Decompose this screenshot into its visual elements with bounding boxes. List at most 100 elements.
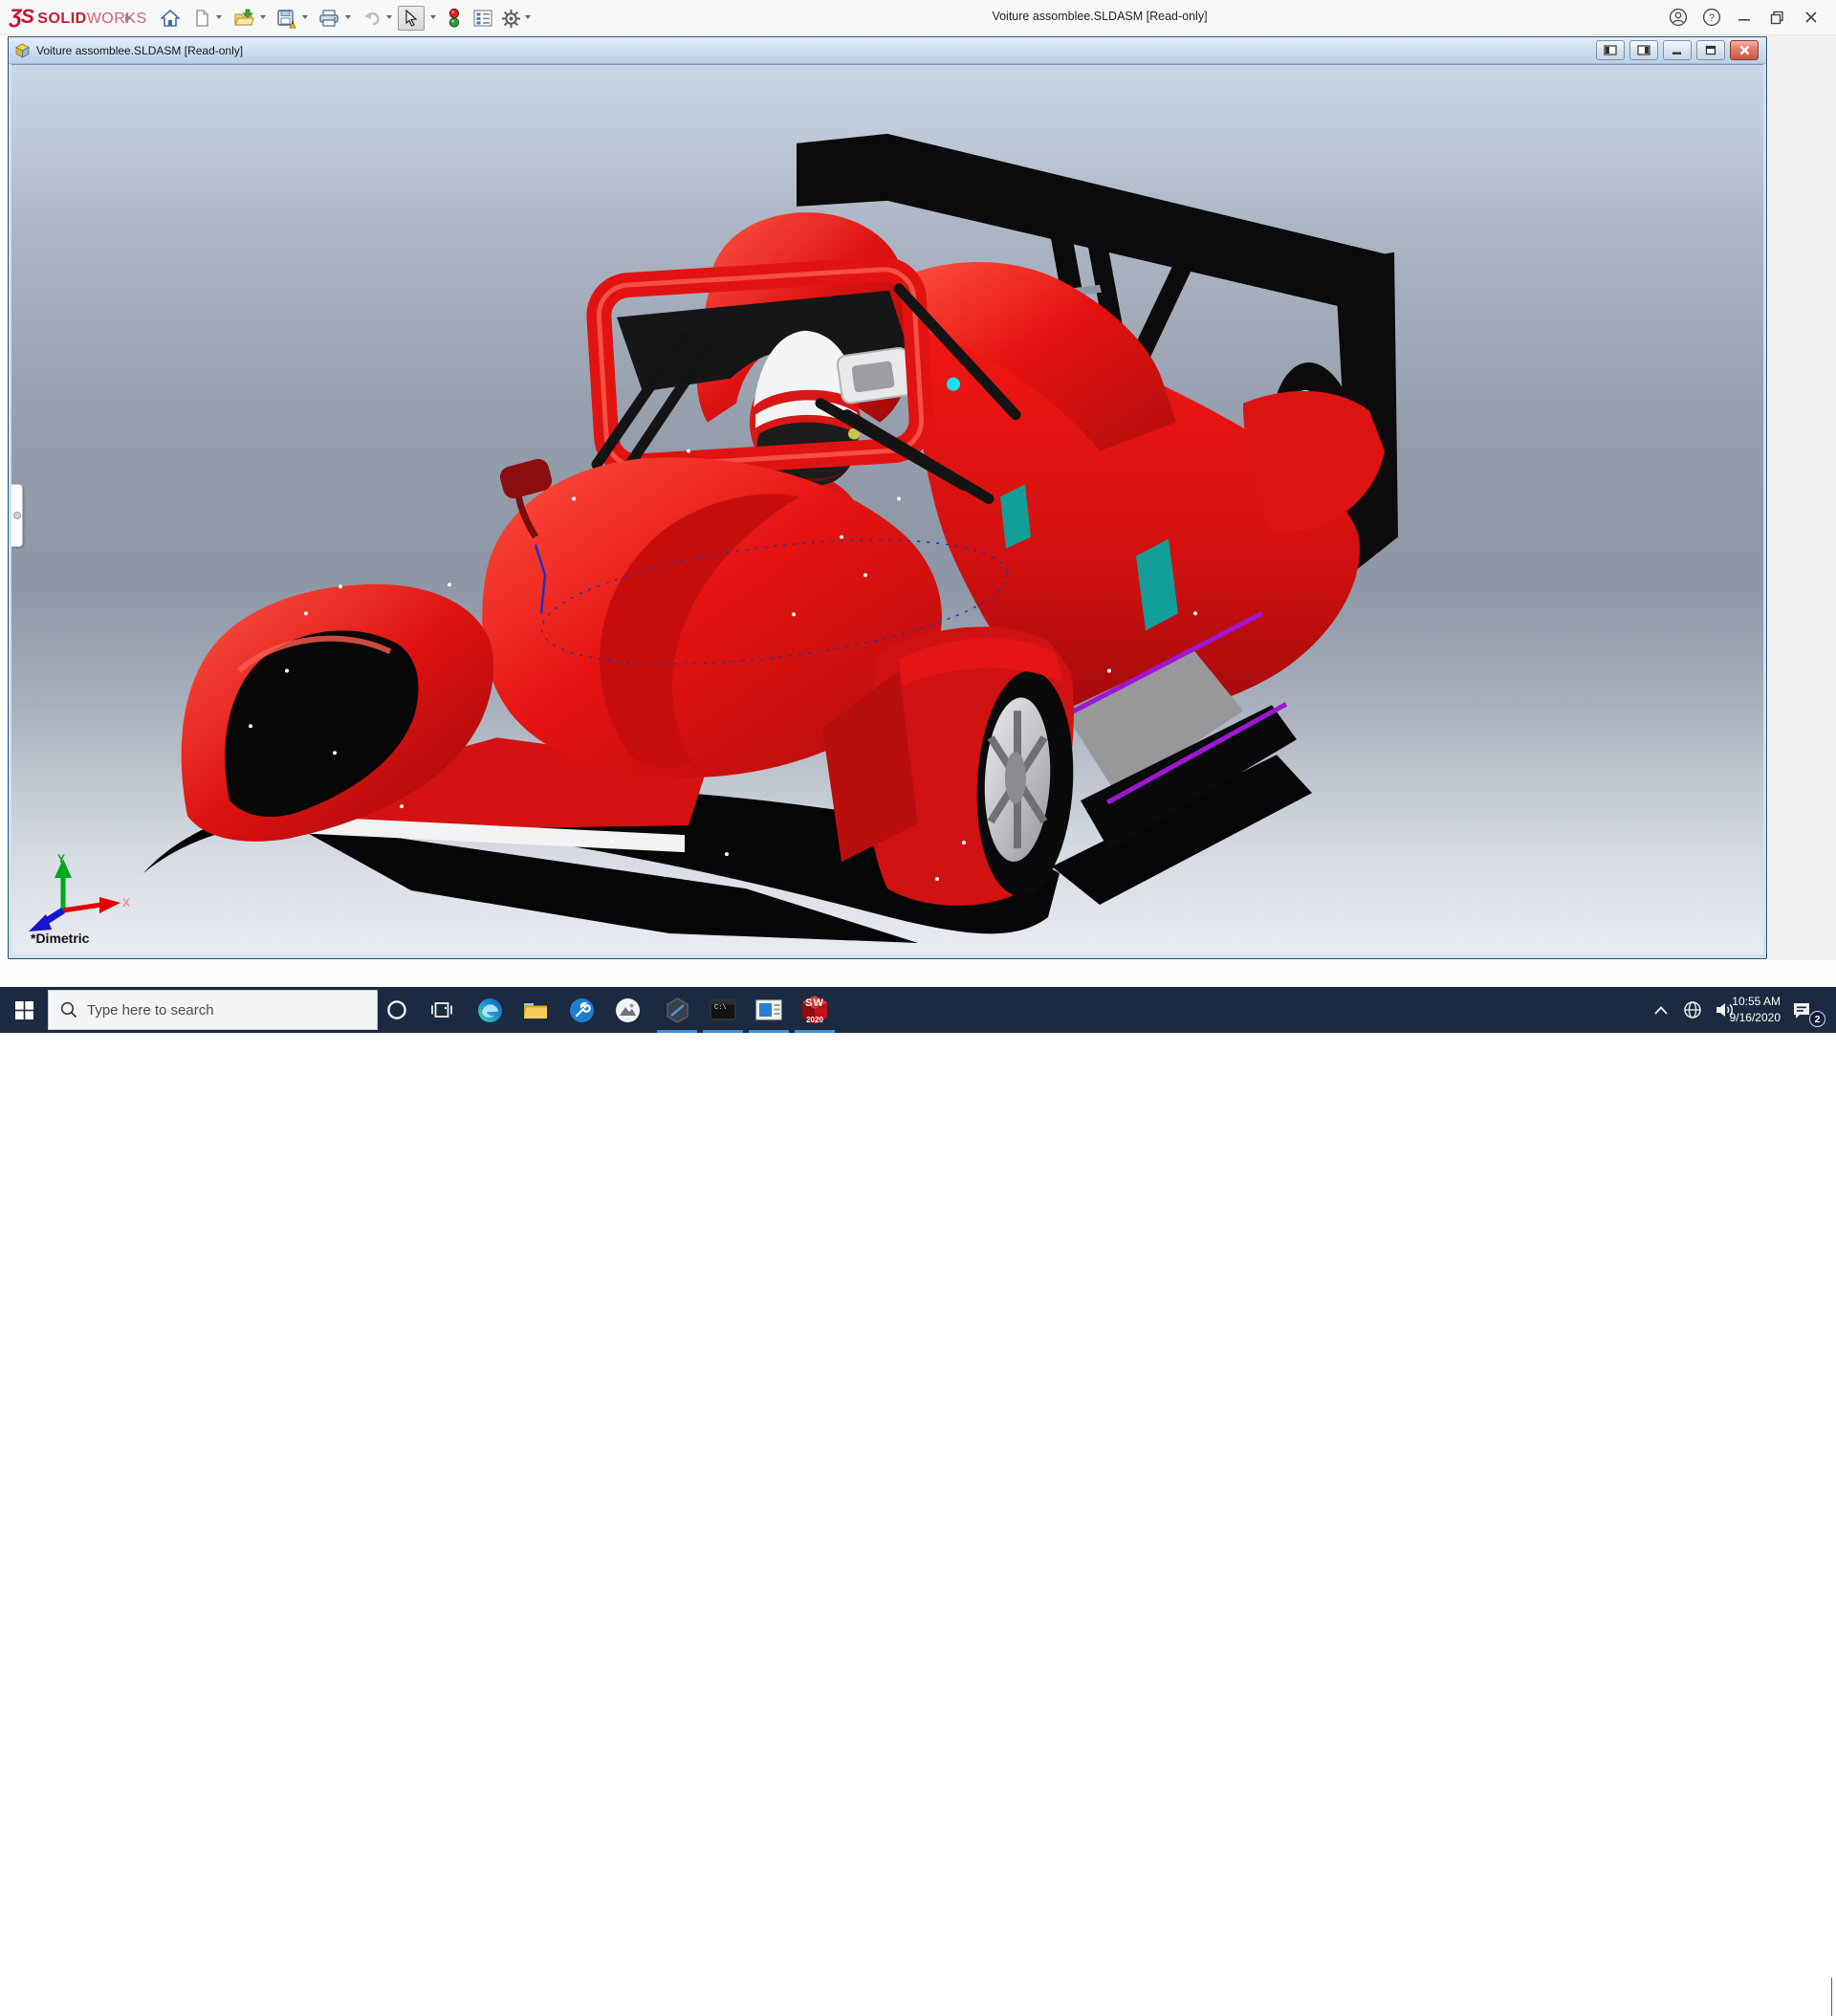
toolbar-expand-arrow-icon[interactable] — [125, 13, 131, 23]
save-dropdown-icon[interactable] — [302, 15, 308, 19]
doc-restore-button[interactable] — [1696, 40, 1725, 60]
open-folder-icon — [234, 9, 254, 26]
help-button[interactable]: ? — [1698, 5, 1725, 30]
windows-taskbar: C:\ SW 2020 — [0, 987, 1836, 2016]
new-document-button[interactable] — [189, 6, 214, 31]
gear-icon — [501, 9, 520, 28]
admin-tools-button[interactable] — [559, 987, 603, 1033]
left-pane-icon — [1604, 45, 1617, 55]
solidworks-icon-letters: SW — [805, 997, 824, 1009]
orientation-triad: Y X — [29, 852, 130, 931]
doc-minimize-icon — [1672, 52, 1681, 55]
solidworks-taskbar-button[interactable]: SW 2020 — [793, 987, 837, 1033]
open-button[interactable] — [231, 6, 256, 31]
document-window: Voiture assomblee.SLDASM [Read-only] Y X… — [8, 36, 1767, 959]
restore-button[interactable] — [1763, 5, 1790, 30]
print-icon — [319, 10, 339, 27]
chevron-up-icon — [1654, 1005, 1668, 1015]
app-background-right — [1768, 35, 1836, 987]
notification-badge: 2 — [1809, 1011, 1825, 1027]
close-app-button[interactable] — [1798, 5, 1825, 30]
app-background-bottom — [0, 960, 1836, 987]
doc-minimize-button[interactable] — [1663, 40, 1692, 60]
new-document-icon — [196, 10, 208, 27]
file-explorer-button[interactable] — [514, 987, 557, 1033]
doc-restore-icon — [1705, 45, 1716, 55]
search-input[interactable] — [87, 1001, 326, 1019]
close-icon — [1805, 11, 1817, 23]
select-dropdown-icon[interactable] — [430, 15, 436, 19]
start-button[interactable] — [0, 987, 48, 1033]
wrench-icon — [569, 997, 594, 1022]
home-icon — [161, 9, 180, 27]
tray-overflow-button[interactable] — [1647, 987, 1675, 1033]
command-prompt-button[interactable]: C:\ — [701, 987, 745, 1033]
user-account-icon — [1669, 8, 1688, 27]
display-app-button[interactable] — [747, 987, 791, 1033]
document-title-bar[interactable]: Voiture assomblee.SLDASM [Read-only] — [9, 37, 1766, 64]
edge-button[interactable] — [468, 987, 512, 1033]
task-view-button[interactable] — [420, 987, 464, 1033]
home-button[interactable] — [158, 6, 183, 31]
dassault-3ds-mark: ƷS — [10, 6, 34, 28]
file-explorer-icon — [524, 1003, 547, 1019]
new-dropdown-icon[interactable] — [216, 15, 222, 19]
tray-clock[interactable]: 10:55 AM 9/16/2020 — [1723, 994, 1781, 1026]
globe-network-icon — [1684, 1001, 1701, 1019]
network-button[interactable] — [1677, 987, 1708, 1033]
traffic-light-icon — [448, 8, 460, 28]
tray-date: 9/16/2020 — [1729, 1011, 1781, 1024]
assembly-icon — [15, 43, 30, 58]
doc-close-icon — [1739, 45, 1749, 55]
show-left-pane-button[interactable] — [1596, 40, 1625, 60]
restore-icon — [1770, 11, 1783, 24]
open-dropdown-icon[interactable] — [260, 15, 266, 19]
save-icon — [276, 9, 296, 28]
select-tool-button[interactable] — [398, 6, 425, 31]
notification-icon — [1794, 1002, 1809, 1019]
options-button[interactable] — [498, 6, 523, 31]
feature-manager-expand-icon[interactable] — [13, 512, 21, 519]
undo-dropdown-icon[interactable] — [386, 15, 392, 19]
document-title: Voiture assomblee.SLDASM [Read-only] — [36, 43, 244, 57]
select-cursor-icon — [405, 10, 418, 27]
display-app-icon — [755, 999, 782, 1020]
hexagon-app-icon — [666, 997, 688, 1023]
rearview-mirror[interactable] — [836, 346, 913, 405]
properties-list-icon — [473, 10, 492, 27]
print-dropdown-icon[interactable] — [345, 15, 351, 19]
hexagon-app-button[interactable] — [655, 987, 699, 1033]
minimize-icon — [1738, 19, 1750, 21]
solidworks-icon-year: 2020 — [806, 1016, 823, 1024]
svg-text:?: ? — [1709, 12, 1715, 24]
tray-time: 10:55 AM — [1732, 995, 1781, 1008]
view-orientation-label: *Dimetric — [31, 931, 90, 946]
account-button[interactable] — [1665, 5, 1692, 30]
taskbar-search[interactable] — [48, 990, 378, 1030]
photos-icon — [615, 997, 640, 1022]
cortana-button[interactable] — [375, 987, 419, 1033]
graphics-viewport[interactable]: Y X *Dimetric — [11, 64, 1763, 954]
print-button[interactable] — [317, 6, 341, 31]
undo-button[interactable] — [360, 6, 384, 31]
minimize-button[interactable] — [1731, 5, 1758, 30]
app-title-bar: ƷS SOLIDWORKS Voiture assomblee.SLDASM [… — [0, 0, 1836, 35]
right-pane-icon — [1637, 45, 1650, 55]
svg-text:Y: Y — [57, 852, 65, 866]
save-button[interactable] — [273, 6, 298, 31]
windows-logo-icon — [14, 1000, 33, 1019]
rebuild-button[interactable] — [442, 6, 467, 31]
show-desktop-button[interactable] — [1831, 1978, 1832, 2016]
race-car-model[interactable] — [11, 65, 1763, 954]
task-view-icon — [431, 1002, 452, 1018]
undo-icon — [364, 11, 380, 26]
cortana-icon — [387, 1000, 406, 1019]
doc-close-button[interactable] — [1730, 40, 1759, 60]
options-dropdown-icon[interactable] — [525, 15, 531, 19]
feature-manager-collapsed-tab[interactable] — [11, 484, 23, 547]
photos-button[interactable] — [605, 987, 649, 1033]
display-pane-button[interactable] — [470, 6, 495, 31]
svg-text:X: X — [122, 896, 130, 909]
show-right-pane-button[interactable] — [1629, 40, 1658, 60]
command-prompt-label: C:\ — [714, 1004, 727, 1012]
